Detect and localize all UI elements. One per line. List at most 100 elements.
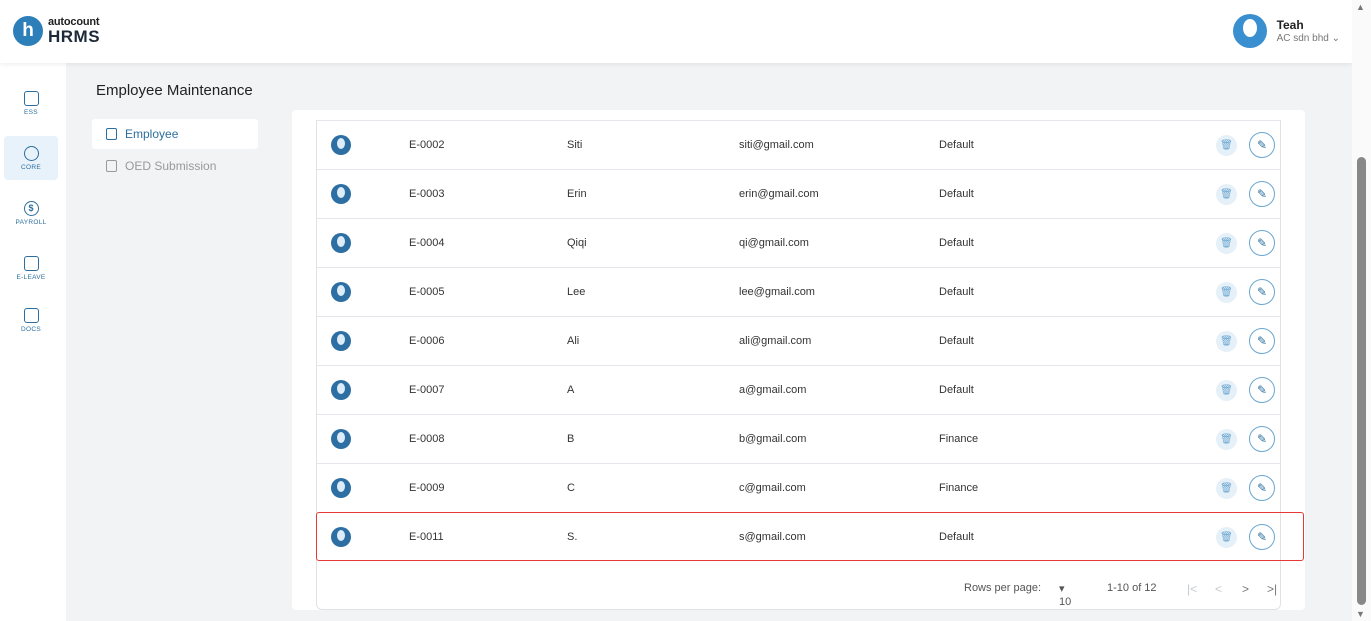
edit-button[interactable]: ✎ bbox=[1249, 426, 1275, 452]
scrollbar-thumb[interactable] bbox=[1357, 157, 1366, 605]
delete-button[interactable]: 🗑 bbox=[1216, 135, 1237, 156]
edit-button[interactable]: ✎ bbox=[1249, 328, 1275, 354]
edit-button[interactable]: ✎ bbox=[1249, 524, 1275, 550]
rows-per-page-select[interactable]: 10 ▾ bbox=[1059, 582, 1071, 608]
user-avatar-icon bbox=[1232, 14, 1267, 48]
cell-name: S. bbox=[567, 531, 578, 543]
edit-button[interactable]: ✎ bbox=[1249, 132, 1275, 158]
avatar-icon bbox=[331, 184, 351, 204]
avatar-icon bbox=[331, 527, 351, 547]
app-logo[interactable]: h autocount HRMS bbox=[13, 16, 100, 46]
page-scrollbar[interactable]: ▲ ▼ bbox=[1352, 0, 1371, 621]
delete-button[interactable]: 🗑 bbox=[1216, 233, 1237, 254]
table-row[interactable]: E-0007 A a@gmail.com Default 🗑 ✎ bbox=[317, 365, 1280, 414]
dollar-icon: $ bbox=[23, 200, 39, 216]
calendar-icon bbox=[23, 255, 39, 271]
cell-email: c@gmail.com bbox=[739, 482, 806, 494]
cell-group: Default bbox=[939, 139, 974, 151]
cell-email: qi@gmail.com bbox=[739, 237, 809, 249]
first-page-button[interactable]: |< bbox=[1187, 582, 1197, 596]
table-row[interactable]: E-0004 Qiqi qi@gmail.com Default 🗑 ✎ bbox=[317, 218, 1280, 267]
cell-name: Erin bbox=[567, 188, 587, 200]
scroll-up-icon[interactable]: ▲ bbox=[1356, 2, 1365, 12]
delete-button[interactable]: 🗑 bbox=[1216, 282, 1237, 303]
logo-mark-icon: h bbox=[13, 16, 43, 46]
submenu-item-employee[interactable]: Employee bbox=[92, 119, 258, 149]
chevron-down-icon: ⌄ bbox=[1331, 32, 1340, 44]
sidebar-item-core[interactable]: CORE bbox=[4, 136, 58, 180]
delete-button[interactable]: 🗑 bbox=[1216, 429, 1237, 450]
edit-button[interactable]: ✎ bbox=[1249, 181, 1275, 207]
cell-name: A bbox=[567, 384, 575, 396]
delete-button[interactable]: 🗑 bbox=[1216, 527, 1237, 548]
next-page-button[interactable]: > bbox=[1242, 582, 1249, 596]
table-row[interactable]: E-0002 Siti siti@gmail.com Default 🗑 ✎ bbox=[317, 120, 1280, 169]
last-page-button[interactable]: >| bbox=[1267, 582, 1277, 596]
table-row[interactable]: E-0006 Ali ali@gmail.com Default 🗑 ✎ bbox=[317, 316, 1280, 365]
delete-button[interactable]: 🗑 bbox=[1216, 331, 1237, 352]
cell-name: Lee bbox=[567, 286, 586, 298]
submenu-item-oed-submission[interactable]: OED Submission bbox=[92, 151, 258, 181]
cell-name: C bbox=[567, 482, 575, 494]
cell-email: ali@gmail.com bbox=[739, 335, 812, 347]
user-company: AC sdn bhd ⌄ bbox=[1276, 32, 1340, 44]
cell-group: Default bbox=[939, 188, 974, 200]
cell-group: Default bbox=[939, 286, 974, 298]
cell-email: erin@gmail.com bbox=[739, 188, 819, 200]
scroll-down-icon[interactable]: ▼ bbox=[1356, 609, 1365, 619]
cell-name: B bbox=[567, 433, 575, 445]
document-icon bbox=[23, 307, 39, 323]
sidebar-item-eleave[interactable]: E-LEAVE bbox=[4, 246, 58, 290]
employee-icon bbox=[106, 128, 117, 140]
table-row[interactable]: E-0008 B b@gmail.com Finance 🗑 ✎ bbox=[317, 414, 1280, 463]
cell-group: Finance bbox=[939, 482, 979, 494]
cell-email: a@gmail.com bbox=[739, 384, 807, 396]
cell-email: b@gmail.com bbox=[739, 433, 807, 445]
page-range: 1-10 of 12 bbox=[1107, 582, 1157, 594]
cell-name: Qiqi bbox=[567, 237, 587, 249]
cell-code: E-0006 bbox=[409, 335, 445, 347]
table-row-highlighted[interactable]: E-0011 S. s@gmail.com Default 🗑 ✎ bbox=[316, 512, 1304, 561]
table-pagination: Rows per page: 10 ▾ 1-10 of 12 |< < > >| bbox=[317, 568, 1280, 608]
table-row[interactable]: E-0005 Lee lee@gmail.com Default 🗑 ✎ bbox=[317, 267, 1280, 316]
edit-button[interactable]: ✎ bbox=[1249, 475, 1275, 501]
table-row[interactable]: E-0003 Erin erin@gmail.com Default 🗑 ✎ bbox=[317, 169, 1280, 218]
table-row[interactable]: E-0009 C c@gmail.com Finance 🗑 ✎ bbox=[317, 463, 1280, 512]
delete-button[interactable]: 🗑 bbox=[1216, 184, 1237, 205]
page-title: Employee Maintenance bbox=[96, 82, 253, 99]
employee-table-panel: E-0002 Siti siti@gmail.com Default 🗑 ✎ E… bbox=[292, 110, 1305, 610]
avatar-icon bbox=[331, 135, 351, 155]
edit-button[interactable]: ✎ bbox=[1249, 279, 1275, 305]
cell-name: Siti bbox=[567, 139, 583, 151]
avatar-icon bbox=[331, 331, 351, 351]
cell-code: E-0003 bbox=[409, 188, 445, 200]
cell-name: Ali bbox=[567, 335, 580, 347]
cell-code: E-0007 bbox=[409, 384, 445, 396]
cell-code: E-0011 bbox=[409, 531, 444, 543]
avatar-icon bbox=[331, 380, 351, 400]
prev-page-button[interactable]: < bbox=[1215, 582, 1222, 596]
avatar-icon bbox=[331, 429, 351, 449]
cell-email: s@gmail.com bbox=[739, 531, 806, 543]
ess-icon bbox=[23, 90, 39, 106]
delete-button[interactable]: 🗑 bbox=[1216, 380, 1237, 401]
delete-button[interactable]: 🗑 bbox=[1216, 478, 1237, 499]
edit-button[interactable]: ✎ bbox=[1249, 377, 1275, 403]
sidebar-item-ess[interactable]: ESS bbox=[4, 81, 58, 125]
logo-big-text: HRMS bbox=[48, 27, 101, 46]
edit-button[interactable]: ✎ bbox=[1249, 230, 1275, 256]
employee-table: E-0002 Siti siti@gmail.com Default 🗑 ✎ E… bbox=[316, 120, 1304, 610]
cell-group: Default bbox=[939, 335, 974, 347]
sidebar-item-payroll[interactable]: $ PAYROLL bbox=[4, 191, 58, 235]
sidebar-item-docs[interactable]: DOCS bbox=[4, 298, 58, 342]
cell-group: Default bbox=[939, 531, 974, 543]
cell-code: E-0008 bbox=[409, 433, 445, 445]
user-name: Teah bbox=[1276, 18, 1304, 33]
avatar-icon bbox=[331, 478, 351, 498]
cell-email: lee@gmail.com bbox=[739, 286, 815, 298]
cube-icon bbox=[23, 145, 39, 161]
rows-per-page-label: Rows per page: bbox=[964, 582, 1042, 594]
user-menu[interactable]: Teah AC sdn bhd ⌄ bbox=[1232, 14, 1340, 48]
cell-group: Default bbox=[939, 237, 974, 249]
avatar-icon bbox=[331, 233, 351, 253]
